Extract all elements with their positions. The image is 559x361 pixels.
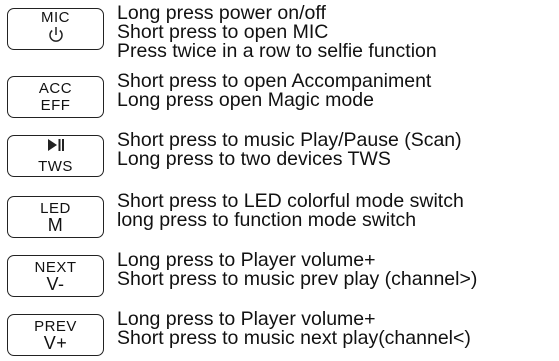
- tws-description: Short press to music Play/Pause (Scan) L…: [117, 130, 462, 170]
- mic-key-label: MIC: [41, 9, 70, 26]
- tws-desc-line-2: Long press to two devices TWS: [117, 148, 391, 170]
- mic-desc-line-3: Press twice in a row to selfie function: [117, 40, 437, 62]
- prev-key[interactable]: PREV V+: [7, 314, 104, 356]
- acc-desc-line-2: Long press open Magic mode: [117, 89, 374, 111]
- next-description: Long press to Player volume+ Short press…: [117, 250, 478, 290]
- power-icon: [48, 26, 64, 48]
- acc-key-top-label: ACC: [38, 79, 73, 97]
- next-desc-line-2: Short press to music prev play (channel>…: [117, 268, 478, 290]
- led-key-bottom-label: M: [47, 214, 64, 235]
- mic-key[interactable]: MIC: [7, 8, 104, 50]
- acc-description: Short press to open Accompaniment Long p…: [117, 71, 431, 111]
- led-desc-line-2: long press to function mode switch: [117, 209, 417, 231]
- prev-desc-line-2: Short press to music next play(channel<): [117, 327, 471, 349]
- prev-key-bottom-label: V+: [43, 332, 68, 353]
- tws-key-label: TWS: [38, 158, 73, 175]
- next-key-bottom-label: V-: [46, 273, 65, 294]
- prev-description: Long press to Player volume+ Short press…: [117, 309, 471, 349]
- acc-key-bottom-label: EFF: [40, 96, 71, 114]
- acc-key[interactable]: ACC EFF: [7, 76, 104, 118]
- led-description: Short press to LED colorful mode switch …: [117, 191, 464, 231]
- led-key[interactable]: LED M: [7, 196, 104, 238]
- mic-description: Long press power on/off Short press to o…: [117, 3, 437, 62]
- tws-key[interactable]: TWS: [7, 135, 104, 177]
- play-pause-icon: [46, 137, 66, 158]
- next-key[interactable]: NEXT V-: [7, 255, 104, 297]
